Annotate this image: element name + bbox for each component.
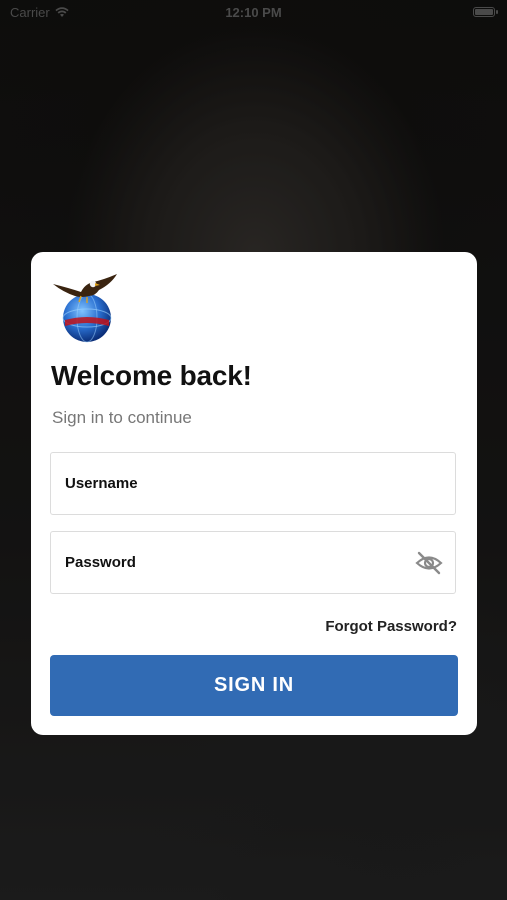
login-card: Welcome back! Sign in to continue Forgot… <box>31 252 477 735</box>
username-field <box>50 452 456 515</box>
forgot-password-link[interactable]: Forgot Password? <box>325 618 457 635</box>
eye-slash-icon[interactable] <box>415 550 443 576</box>
eagle-globe-logo <box>53 274 117 343</box>
status-bar: Carrier 12:10 PM <box>0 0 507 26</box>
password-input[interactable] <box>51 532 455 593</box>
password-field <box>50 531 456 594</box>
sign-in-button[interactable]: SIGN IN <box>50 655 458 716</box>
status-time: 12:10 PM <box>225 5 282 20</box>
page-title: Welcome back! <box>51 360 252 391</box>
page-subtitle: Sign in to continue <box>52 408 192 427</box>
username-input[interactable] <box>51 453 455 514</box>
battery-icon <box>473 7 498 17</box>
